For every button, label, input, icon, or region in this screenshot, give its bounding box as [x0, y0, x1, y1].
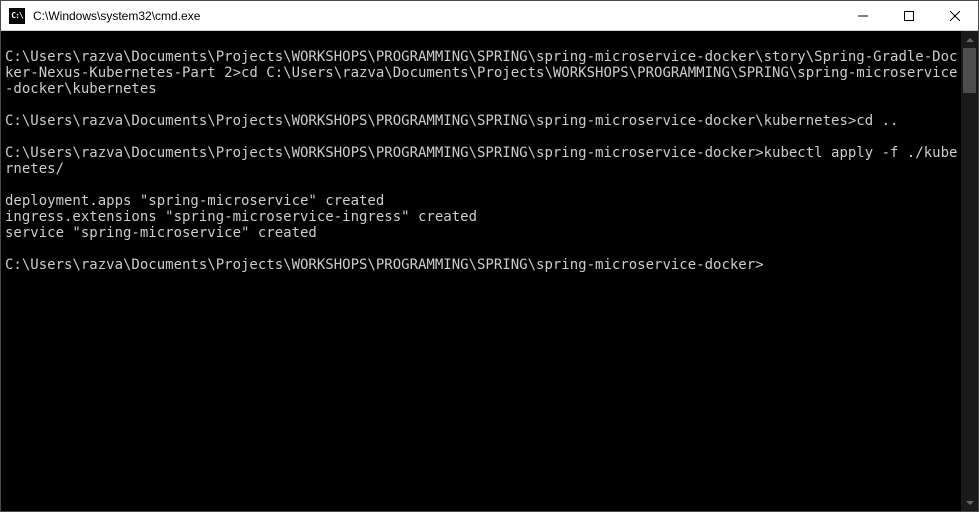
scroll-up-button[interactable] [961, 31, 978, 48]
close-button[interactable] [932, 1, 978, 30]
cmd-window: C:\ C:\Windows\system32\cmd.exe C:\Users… [0, 0, 979, 512]
vertical-scrollbar[interactable] [961, 31, 978, 511]
chevron-up-icon [966, 38, 974, 42]
scrollbar-thumb[interactable] [963, 48, 976, 93]
cmd-icon: C:\ [9, 8, 25, 24]
window-controls [840, 1, 978, 30]
terminal-area[interactable]: C:\Users\razva\Documents\Projects\WORKSH… [1, 31, 978, 511]
titlebar[interactable]: C:\ C:\Windows\system32\cmd.exe [1, 1, 978, 31]
close-icon [950, 11, 960, 21]
chevron-down-icon [966, 501, 974, 505]
terminal-output[interactable]: C:\Users\razva\Documents\Projects\WORKSH… [1, 31, 961, 511]
scroll-down-button[interactable] [961, 494, 978, 511]
maximize-button[interactable] [886, 1, 932, 30]
minimize-icon [858, 11, 868, 21]
minimize-button[interactable] [840, 1, 886, 30]
window-title: C:\Windows\system32\cmd.exe [31, 9, 840, 23]
maximize-icon [904, 11, 914, 21]
